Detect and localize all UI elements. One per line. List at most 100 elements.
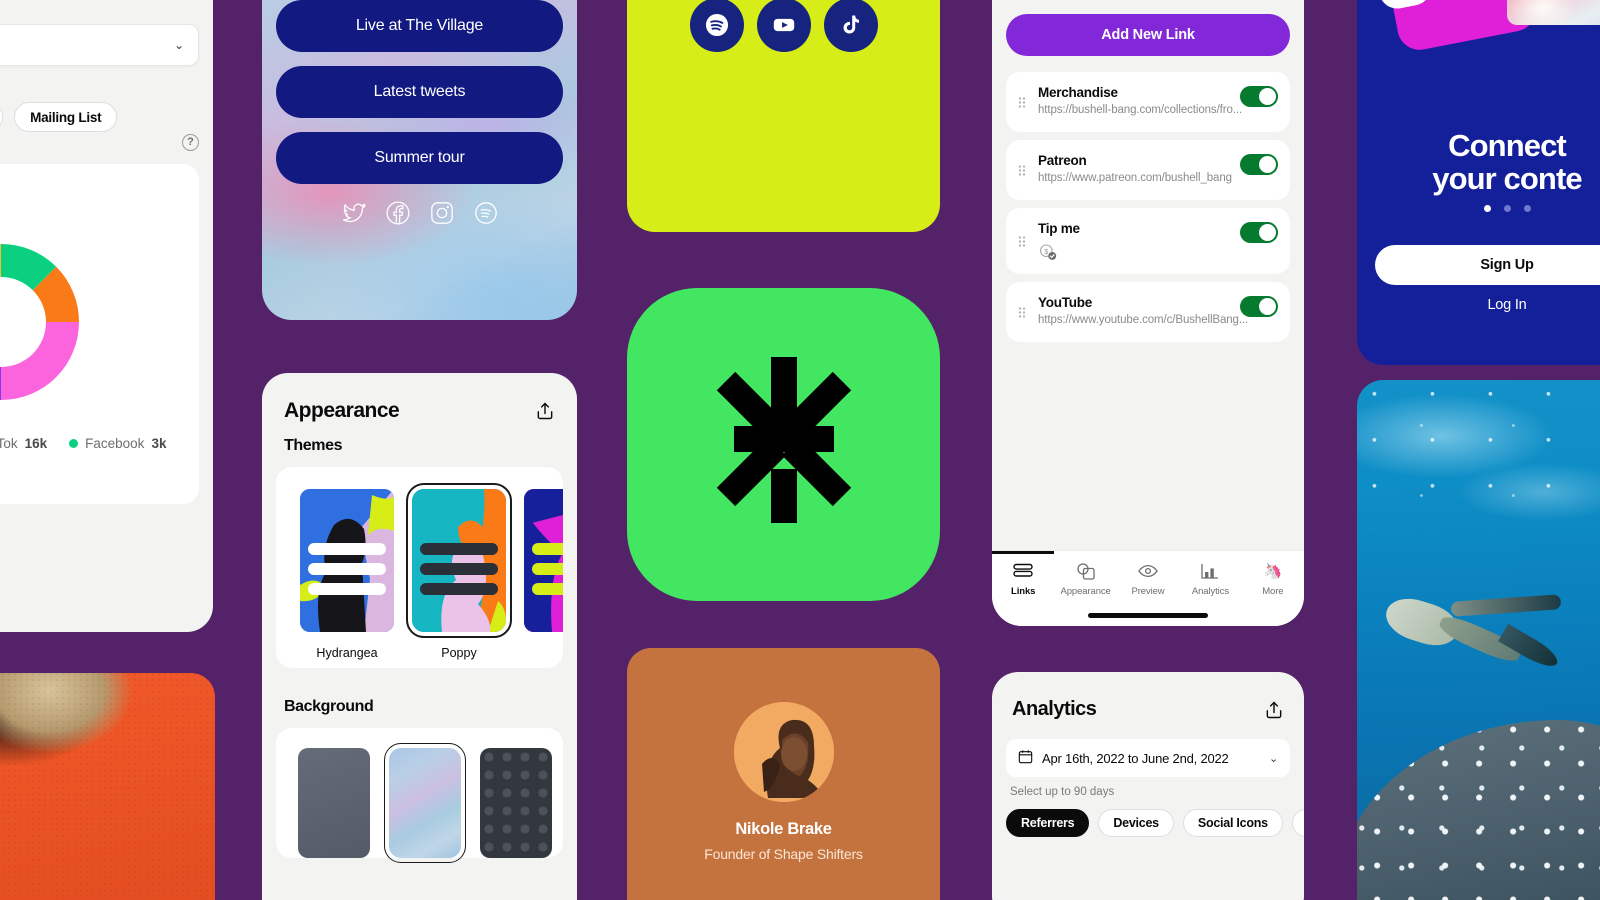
analytics-date-hint: Select up to 90 days bbox=[1010, 786, 1115, 798]
spotify-icon[interactable] bbox=[473, 200, 499, 231]
facebook-icon[interactable] bbox=[385, 200, 411, 231]
filter-pill-social-icons[interactable]: Social Icons bbox=[0, 102, 4, 132]
theme-name: Hydrangea bbox=[316, 646, 378, 660]
share-icon[interactable] bbox=[535, 401, 555, 421]
theme-link-bar bbox=[420, 543, 498, 555]
carousel-dot-1[interactable] bbox=[1483, 205, 1491, 212]
analytics-filter-referrers[interactable]: Referrers bbox=[1006, 809, 1090, 837]
drag-handle-icon[interactable] bbox=[1018, 306, 1026, 318]
home-indicator bbox=[1088, 613, 1208, 618]
dashboard-filter-pills: Devices Social Icons Mailing List bbox=[0, 102, 199, 132]
preview-link-button-1[interactable]: Live at The Village bbox=[276, 0, 563, 52]
link-row-youtube[interactable]: YouTube https://www.youtube.com/c/Bushel… bbox=[1006, 282, 1290, 342]
theme-option-iris[interactable]: Iris bbox=[524, 489, 563, 660]
nav-tab-links[interactable]: Links bbox=[992, 562, 1054, 597]
donut-chart bbox=[0, 222, 199, 422]
link-row-merchandise[interactable]: Merchandise https://bushell-bang.com/col… bbox=[1006, 72, 1290, 132]
question-mark-icon[interactable]: ? bbox=[182, 133, 199, 151]
carousel-dot-3[interactable] bbox=[1523, 205, 1531, 212]
youtube-icon[interactable] bbox=[756, 0, 811, 52]
nav-tab-preview[interactable]: Preview bbox=[1117, 562, 1179, 597]
link-toggle[interactable] bbox=[1240, 296, 1278, 317]
nav-tab-appearance[interactable]: Appearance bbox=[1054, 562, 1116, 597]
analytics-date-range-value: Apr 16th, 2022 to June 2nd, 2022 bbox=[1042, 750, 1229, 766]
link-toggle[interactable] bbox=[1240, 222, 1278, 243]
instagram-icon[interactable] bbox=[429, 200, 455, 231]
filter-pill-mailing-list[interactable]: Mailing List bbox=[14, 102, 118, 132]
chart-legend: Instagram 16k TikTok 16k Facebook 3k bbox=[0, 436, 199, 451]
signup-card: Connect your conte Sign Up Log In bbox=[1357, 0, 1600, 365]
background-label: Background bbox=[284, 698, 374, 715]
sign-up-button[interactable]: Sign Up bbox=[1375, 245, 1600, 285]
nav-label: More bbox=[1262, 586, 1284, 597]
theme-name: Poppy bbox=[441, 646, 477, 660]
link-row-tip-me[interactable]: Tip me $ bbox=[1006, 208, 1290, 274]
nav-tab-more[interactable]: 🦄 More bbox=[1242, 562, 1304, 597]
carousel-dots bbox=[1357, 205, 1600, 212]
link-toggle[interactable] bbox=[1240, 86, 1278, 107]
preview-link-button-2[interactable]: Latest tweets bbox=[276, 66, 563, 118]
appearance-title: Appearance bbox=[284, 399, 400, 422]
hero-photo bbox=[1507, 0, 1600, 25]
preview-content: Live at The Village Latest tweets Summer… bbox=[262, 0, 577, 231]
themes-tray: Hydrangea Poppy bbox=[276, 467, 563, 668]
legend-swatch-facebook bbox=[69, 439, 79, 448]
carousel-dot-2[interactable] bbox=[1503, 205, 1511, 212]
background-option-marble-gradient[interactable] bbox=[384, 743, 466, 863]
whale-shark-body bbox=[1357, 720, 1600, 900]
profile-card: Nikole Brake Founder of Shape Shifters bbox=[627, 648, 940, 900]
analytics-filter-mailing-list[interactable]: Mailing List bbox=[1291, 809, 1304, 837]
twitter-icon[interactable] bbox=[341, 200, 367, 231]
referrers-chart-card: c Instagram 16k bbox=[0, 164, 199, 504]
theme-name: Iris bbox=[524, 646, 564, 660]
theme-link-bar bbox=[532, 583, 563, 595]
shapes-icon bbox=[1076, 562, 1095, 580]
nav-label: Links bbox=[1011, 586, 1036, 597]
signup-headline-line1: Connect bbox=[1448, 128, 1567, 163]
date-range-select[interactable]: 2022 to June 2nd, 2022 ⌄ bbox=[0, 24, 199, 66]
linktree-logo-card bbox=[627, 288, 940, 601]
tip-jar-icon: $ bbox=[1038, 243, 1060, 261]
analytics-filter-social-icons[interactable]: Social Icons bbox=[1182, 809, 1283, 837]
link-row-patreon[interactable]: Patreon https://www.patreon.com/bushell_… bbox=[1006, 140, 1290, 200]
legend-label-facebook: Facebook bbox=[85, 436, 145, 451]
drag-handle-icon[interactable] bbox=[1018, 235, 1026, 247]
link-url: https://bushell-bang.com/collections/fro… bbox=[1038, 104, 1243, 116]
share-icon[interactable] bbox=[1264, 700, 1284, 720]
spotify-icon[interactable] bbox=[689, 0, 744, 52]
background-option-flat-grey[interactable] bbox=[298, 748, 370, 858]
theme-option-hydrangea[interactable]: Hydrangea bbox=[300, 489, 394, 660]
background-option-polka-dot[interactable] bbox=[480, 748, 552, 858]
links-admin-phone: Add New Link Merchandise https://bushell… bbox=[992, 0, 1304, 626]
drag-handle-icon[interactable] bbox=[1018, 164, 1026, 176]
preview-social-row bbox=[262, 200, 577, 231]
canvas: 2022 to June 2nd, 2022 ⌄ 0 days Devices … bbox=[0, 0, 1600, 900]
bar-chart-icon bbox=[1201, 562, 1219, 580]
preview-link-button-3[interactable]: Summer tour bbox=[276, 132, 563, 184]
theme-link-bar bbox=[420, 583, 498, 595]
add-new-link-button[interactable]: Add New Link bbox=[1006, 14, 1290, 56]
tiktok-icon[interactable] bbox=[823, 0, 878, 52]
legend-label-tiktok: TikTok bbox=[0, 436, 18, 451]
photo-person-orange-shirt bbox=[0, 673, 215, 900]
analytics-dashboard-panel: 2022 to June 2nd, 2022 ⌄ 0 days Devices … bbox=[0, 0, 213, 632]
analytics-filter-devices[interactable]: Devices bbox=[1098, 809, 1174, 837]
phone-link-page-preview: Live at The Village Latest tweets Summer… bbox=[262, 0, 577, 320]
theme-option-poppy[interactable]: Poppy bbox=[406, 483, 512, 660]
date-range-hint: 0 days bbox=[0, 75, 199, 89]
lime-social-card bbox=[627, 0, 940, 232]
drag-handle-icon[interactable] bbox=[1018, 96, 1026, 108]
analytics-date-range-select[interactable]: Apr 16th, 2022 to June 2nd, 2022 ⌄ bbox=[1006, 739, 1290, 777]
theme-thumbnail bbox=[524, 489, 563, 632]
theme-link-bar bbox=[308, 563, 386, 575]
water-bubbles bbox=[1357, 380, 1600, 530]
analytics-card: Analytics Apr 16th, 2022 to June 2nd, 20… bbox=[992, 672, 1304, 900]
profile-role: Founder of Shape Shifters bbox=[704, 846, 863, 862]
log-in-link[interactable]: Log In bbox=[1357, 297, 1600, 313]
signup-decoration bbox=[1357, 0, 1600, 54]
theme-link-bar bbox=[532, 563, 563, 575]
referrers-section-header: ers ? bbox=[0, 130, 199, 154]
nav-tab-analytics[interactable]: Analytics bbox=[1179, 562, 1241, 597]
signup-headline: Connect your conte bbox=[1357, 128, 1600, 196]
link-toggle[interactable] bbox=[1240, 154, 1278, 175]
